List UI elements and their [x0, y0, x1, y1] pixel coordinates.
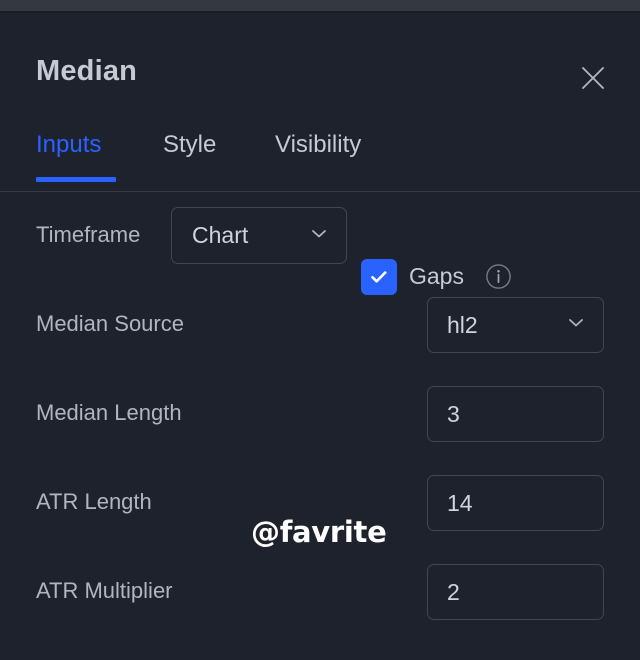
- row-atr-length: ATR Length 14: [0, 458, 640, 547]
- tab-bar: Inputs Style Visibility: [0, 133, 640, 191]
- label-median-source: Median Source: [36, 311, 184, 336]
- row-atr-multiplier: ATR Multiplier 2: [0, 547, 640, 636]
- median-source-select-value: hl2: [447, 311, 478, 338]
- label-atr-length: ATR Length: [36, 489, 152, 514]
- close-icon: [578, 63, 608, 93]
- label-atr-multiplier: ATR Multiplier: [36, 578, 173, 603]
- timeframe-select-value: Chart: [192, 222, 249, 248]
- label-timeframe: Timeframe: [36, 222, 141, 247]
- median-length-input[interactable]: 3: [427, 386, 604, 442]
- window-chrome-strip: [0, 0, 640, 11]
- median-source-select[interactable]: hl2: [427, 297, 604, 353]
- atr-multiplier-input[interactable]: 2: [427, 564, 604, 620]
- median-length-value: 3: [447, 400, 460, 427]
- active-tab-indicator: [36, 177, 116, 182]
- tab-visibility[interactable]: Visibility: [275, 133, 361, 157]
- atr-multiplier-value: 2: [447, 578, 460, 605]
- close-button[interactable]: [573, 58, 613, 98]
- chevron-down-icon: [308, 222, 330, 249]
- row-median-length: Median Length 3: [0, 369, 640, 458]
- settings-panel: Median Inputs Style Visibility Timeframe: [0, 13, 640, 660]
- row-timeframe: Timeframe Chart: [0, 191, 640, 280]
- atr-length-input[interactable]: 14: [427, 475, 604, 531]
- tab-inputs[interactable]: Inputs: [36, 133, 101, 157]
- label-median-length: Median Length: [36, 400, 182, 425]
- page-title: Median: [36, 55, 138, 87]
- row-median-source: Median Source hl2: [0, 280, 640, 369]
- timeframe-select[interactable]: Chart: [171, 207, 347, 264]
- dialog-header: Median: [0, 13, 640, 116]
- indicator-settings-dialog: Median Inputs Style Visibility Timeframe: [0, 0, 640, 660]
- chevron-down-icon: [565, 312, 587, 339]
- atr-length-value: 14: [447, 489, 473, 516]
- tab-style[interactable]: Style: [163, 133, 216, 157]
